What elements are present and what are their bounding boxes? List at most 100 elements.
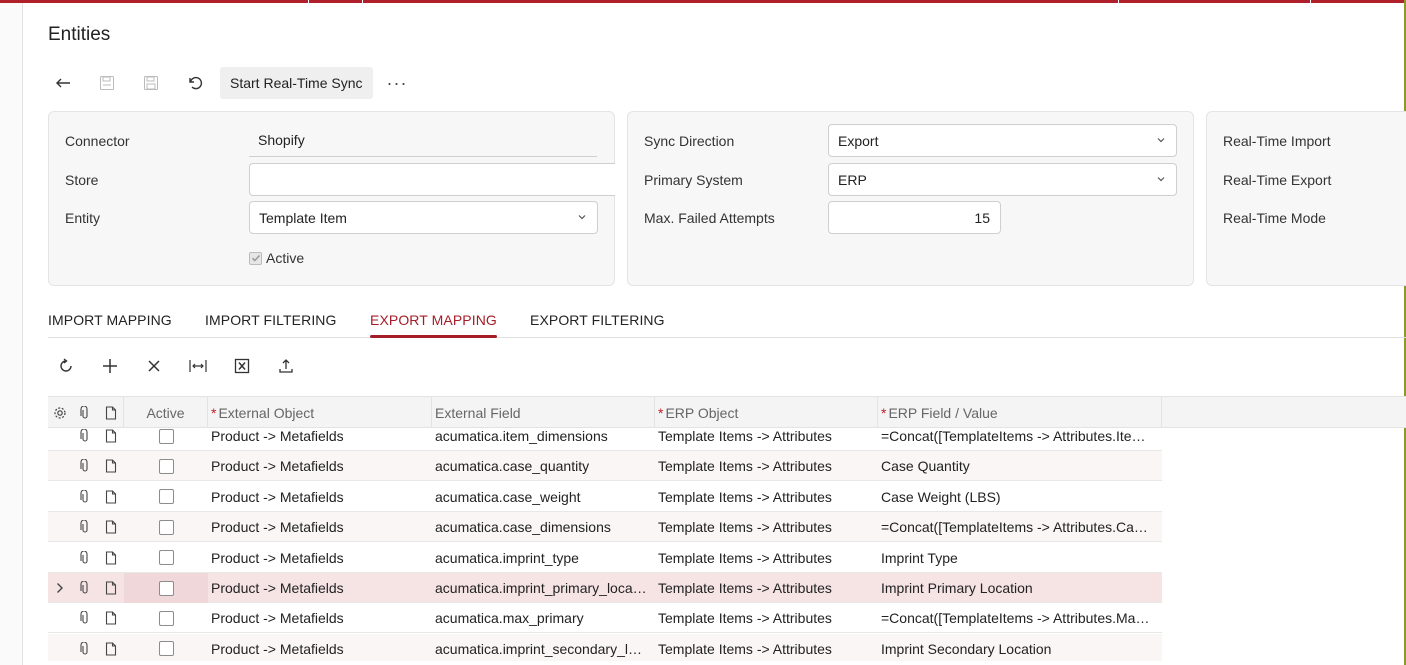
row-note-button[interactable] [98, 634, 124, 661]
cell-external-object[interactable]: Product -> Metafields [211, 421, 431, 451]
table-row[interactable]: Product -> Metafields acumatica.case_quan… [48, 451, 1162, 482]
tab-import-filtering[interactable]: IMPORT FILTERING [205, 312, 337, 328]
row-note-button[interactable] [98, 512, 124, 542]
sync-panel: Sync Direction Export Primary System ERP… [627, 111, 1194, 286]
row-note-button[interactable] [98, 573, 124, 603]
cell-external-object[interactable]: Product -> Metafields [211, 451, 431, 481]
table-row[interactable]: Product -> Metafields acumatica.case_dime… [48, 512, 1162, 543]
sync-direction-select[interactable]: Export [828, 124, 1177, 157]
row-active-checkbox[interactable] [124, 512, 208, 542]
back-button[interactable] [48, 67, 78, 99]
row-active-checkbox[interactable] [124, 451, 208, 481]
row-note-button[interactable] [98, 451, 124, 481]
cell-external-object[interactable]: Product -> Metafields [211, 512, 431, 542]
table-row[interactable]: Product -> Metafields acumatica.imprint_p… [48, 573, 1162, 603]
cell-external-field[interactable]: acumatica.case_weight [435, 482, 653, 512]
cell-external-field[interactable]: acumatica.case_dimensions [435, 512, 653, 542]
cell-external-field[interactable]: acumatica.imprint_secondary_l… [435, 634, 653, 661]
cell-erp-field-value[interactable]: Imprint Type [881, 543, 1159, 573]
cell-external-object[interactable]: Product -> Metafields [211, 634, 431, 661]
chevron-down-icon [578, 215, 586, 220]
row-active-checkbox[interactable] [124, 634, 208, 661]
checkbox-checked-icon [249, 251, 262, 265]
save-icon [144, 76, 158, 90]
cell-erp-object[interactable]: Template Items -> Attributes [658, 543, 876, 573]
cell-erp-object[interactable]: Template Items -> Attributes [658, 573, 876, 603]
export-excel-button[interactable] [224, 352, 260, 380]
cell-erp-object[interactable]: Template Items -> Attributes [658, 512, 876, 542]
row-active-checkbox[interactable] [124, 573, 208, 603]
add-row-button[interactable] [92, 352, 128, 380]
row-attachment-button[interactable] [72, 603, 98, 633]
tab-import-mapping[interactable]: IMPORT MAPPING [48, 312, 172, 328]
active-checkbox[interactable]: Active [249, 250, 304, 266]
real-time-panel: Real-Time Import Real-Time Export Real-T… [1206, 111, 1406, 286]
cell-erp-field-value[interactable]: Case Weight (LBS) [881, 482, 1159, 512]
table-row[interactable]: Product -> Metafields acumatica.case_weig… [48, 482, 1162, 512]
start-real-time-sync-button[interactable]: Start Real-Time Sync [220, 67, 373, 99]
row-attachment-button[interactable] [72, 573, 98, 603]
required-marker: * [658, 404, 664, 421]
undo-button[interactable] [180, 67, 210, 99]
tab-export-mapping[interactable]: EXPORT MAPPING [370, 312, 497, 328]
save-button[interactable] [136, 67, 166, 99]
fit-columns-button[interactable] [180, 352, 216, 380]
more-actions-button[interactable]: ··· [387, 73, 408, 94]
cell-external-field[interactable]: acumatica.case_quantity [435, 451, 653, 481]
cell-erp-object[interactable]: Template Items -> Attributes [658, 451, 876, 481]
row-note-button[interactable] [98, 543, 124, 573]
row-active-checkbox[interactable] [124, 543, 208, 573]
store-field[interactable] [249, 163, 615, 196]
cell-external-field[interactable]: acumatica.imprint_primary_loca… [435, 573, 653, 603]
row-active-checkbox[interactable] [124, 482, 208, 512]
row-active-checkbox[interactable] [124, 421, 208, 451]
table-row[interactable]: Product -> Metafields acumatica.item_dime… [48, 421, 1162, 451]
row-note-button[interactable] [98, 421, 124, 451]
cell-erp-field-value[interactable]: Case Quantity [881, 451, 1159, 481]
checkbox-unchecked-icon [158, 519, 174, 535]
row-attachment-button[interactable] [72, 482, 98, 512]
row-attachment-button[interactable] [72, 543, 98, 573]
table-row[interactable]: Product -> Metafields acumatica.imprint_t… [48, 543, 1162, 573]
cell-erp-object[interactable]: Template Items -> Attributes [658, 634, 876, 661]
primary-system-select[interactable]: ERP [828, 163, 1177, 196]
cell-external-field[interactable]: acumatica.item_dimensions [435, 421, 653, 451]
row-note-button[interactable] [98, 482, 124, 512]
cell-erp-field-value[interactable]: Imprint Primary Location [881, 573, 1159, 603]
table-row[interactable]: Product -> Metafields acumatica.max_prima… [48, 603, 1162, 634]
upload-button[interactable] [268, 352, 304, 380]
row-note-button[interactable] [98, 603, 124, 633]
cell-erp-field-value[interactable]: =Concat([TemplateItems -> Attributes.Ca… [881, 512, 1159, 542]
row-attachment-button[interactable] [72, 421, 98, 451]
row-attachment-button[interactable] [72, 451, 98, 481]
cell-erp-object[interactable]: Template Items -> Attributes [658, 603, 876, 633]
refresh-button[interactable] [48, 352, 84, 380]
cell-erp-field-value[interactable]: =Concat([TemplateItems -> Attributes.Ma… [881, 603, 1159, 633]
cell-external-object[interactable]: Product -> Metafields [211, 482, 431, 512]
row-active-checkbox[interactable] [124, 603, 208, 633]
document-icon [105, 490, 117, 504]
cell-external-object[interactable]: Product -> Metafields [211, 603, 431, 633]
chevron-right-icon [57, 583, 63, 593]
checkbox-unchecked-icon [158, 458, 174, 474]
cell-erp-object[interactable]: Template Items -> Attributes [658, 421, 876, 451]
tab-export-filtering[interactable]: EXPORT FILTERING [530, 312, 665, 328]
checkbox-unchecked-icon [158, 489, 174, 505]
max-failed-attempts-input[interactable]: 15 [828, 201, 1001, 234]
form-toolbar: Start Real-Time Sync ··· [48, 67, 408, 99]
cell-erp-field-value[interactable]: Imprint Secondary Location [881, 634, 1159, 661]
table-row[interactable]: Product -> Metafields acumatica.imprint_s… [48, 633, 1162, 661]
save-close-button[interactable] [92, 67, 122, 99]
row-attachment-button[interactable] [72, 634, 98, 661]
undo-icon [189, 76, 203, 90]
cell-erp-object[interactable]: Template Items -> Attributes [658, 482, 876, 512]
max-failed-attempts-label: Max. Failed Attempts [644, 210, 775, 226]
entity-select[interactable]: Template Item [249, 201, 598, 234]
cell-erp-field-value[interactable]: =Concat([TemplateItems -> Attributes.Ite… [881, 421, 1159, 451]
cell-external-field[interactable]: acumatica.max_primary [435, 603, 653, 633]
row-attachment-button[interactable] [72, 512, 98, 542]
delete-row-button[interactable] [136, 352, 172, 380]
cell-external-field[interactable]: acumatica.imprint_type [435, 543, 653, 573]
cell-external-object[interactable]: Product -> Metafields [211, 543, 431, 573]
cell-external-object[interactable]: Product -> Metafields [211, 573, 431, 603]
